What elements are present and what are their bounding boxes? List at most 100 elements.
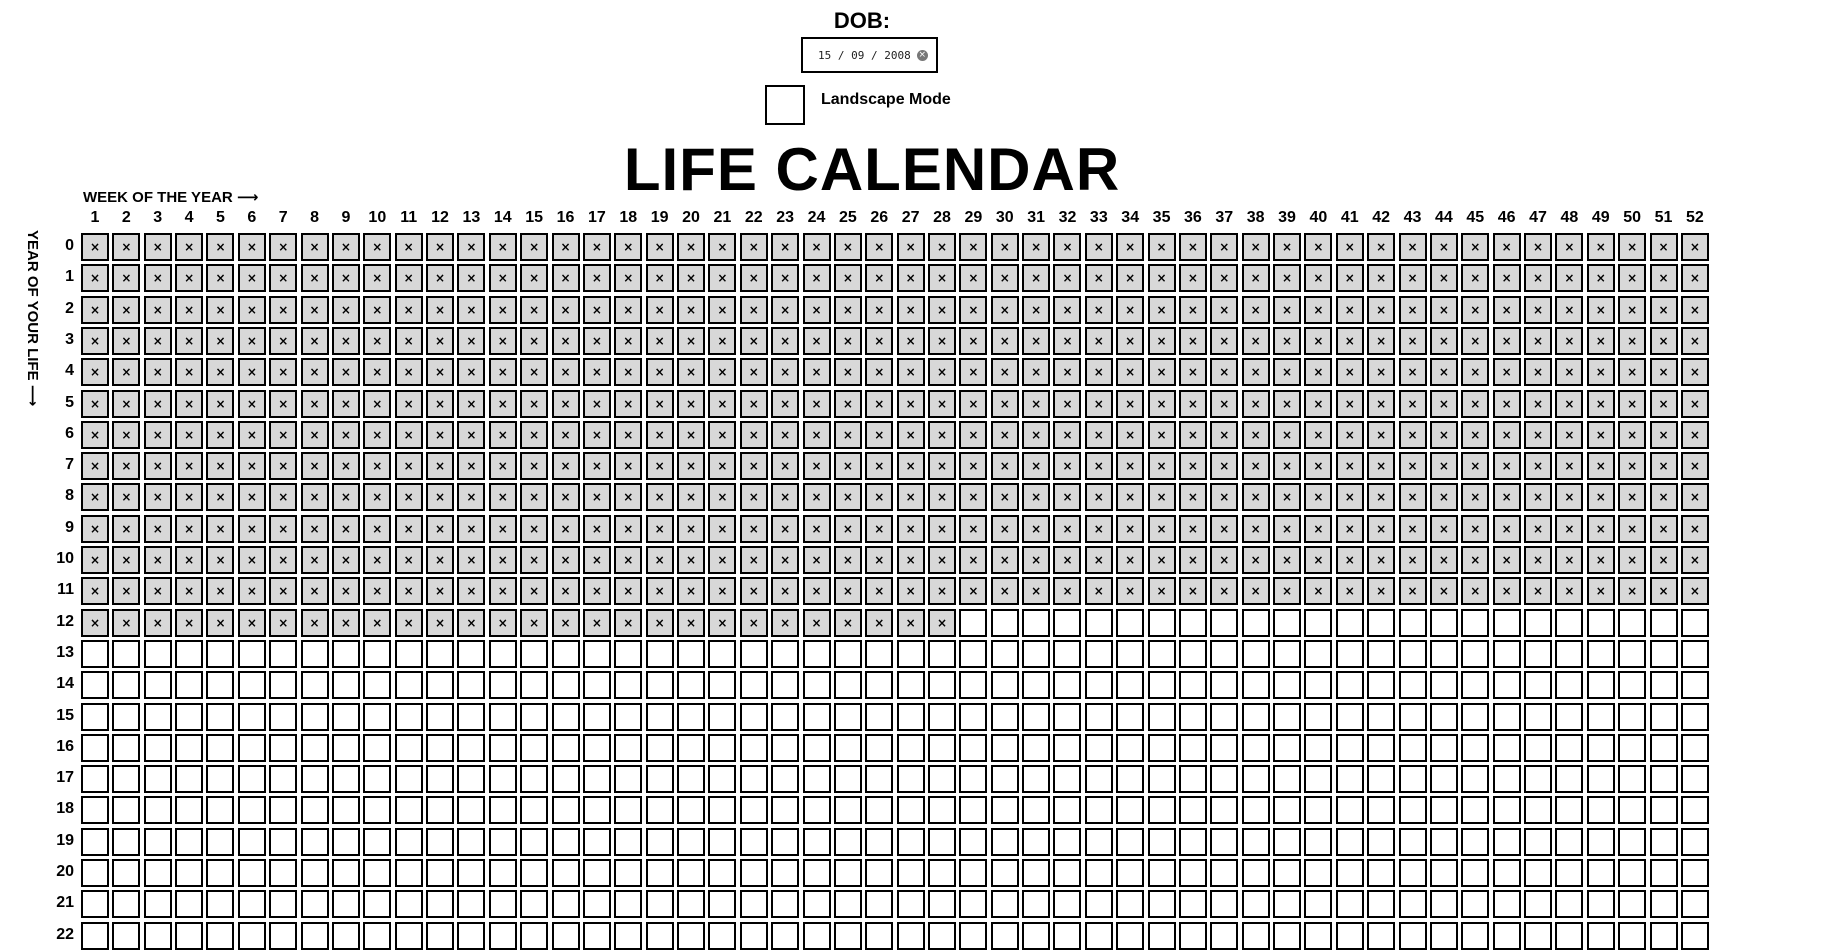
week-cell-empty <box>112 796 141 825</box>
week-cell-lived: × <box>959 389 988 418</box>
week-cell-empty <box>1084 733 1113 762</box>
week-cell-lived: × <box>175 264 204 293</box>
week-cell-empty <box>833 702 862 731</box>
week-cell-lived: × <box>269 358 298 387</box>
week-number: 52 <box>1685 209 1704 226</box>
week-cell-lived: × <box>1335 326 1364 355</box>
week-cell-empty <box>1210 890 1239 919</box>
week-cell-lived: × <box>1649 389 1678 418</box>
week-cell-lived: × <box>802 608 831 637</box>
week-cell-lived: × <box>708 420 737 449</box>
week-cell-empty <box>1429 702 1458 731</box>
week-cell-lived: × <box>896 420 925 449</box>
week-cell-empty <box>802 671 831 700</box>
week-cell-lived: × <box>1555 264 1584 293</box>
clear-circle-icon[interactable]: × <box>916 49 928 61</box>
week-cell-empty <box>1022 890 1051 919</box>
week-cell-empty <box>1084 765 1113 794</box>
week-cell-lived: × <box>1461 514 1490 543</box>
week-cell-empty <box>1398 733 1427 762</box>
week-cell-lived: × <box>143 608 172 637</box>
week-cell-empty <box>1618 890 1647 919</box>
week-cell-empty <box>677 733 706 762</box>
week-cell-lived: × <box>394 326 423 355</box>
week-cell-lived: × <box>237 608 266 637</box>
week-cell-empty <box>81 733 109 762</box>
week-cell-lived: × <box>1398 389 1427 418</box>
week-cell-lived: × <box>1649 483 1678 512</box>
week-cell-empty <box>426 796 455 825</box>
week-cell-empty <box>1022 733 1051 762</box>
week-cell-empty <box>1084 796 1113 825</box>
dob-date-value: 15 / 09 / 2008 <box>818 48 911 62</box>
dob-date-input[interactable]: 15 / 09 / 2008 × <box>801 37 938 73</box>
week-cell-empty <box>1492 921 1521 950</box>
week-cell-lived: × <box>645 546 674 574</box>
week-cell-empty <box>143 859 172 887</box>
week-cell-empty <box>1555 890 1584 919</box>
week-cell-empty <box>206 639 235 668</box>
year-number: 15 <box>56 706 74 724</box>
week-cell-empty <box>1053 796 1082 825</box>
week-cell-lived: × <box>739 295 768 324</box>
week-cell-empty <box>237 796 266 825</box>
week-cell-lived: × <box>990 577 1019 606</box>
week-cell-lived: × <box>896 233 925 261</box>
week-cell-lived: × <box>237 514 266 543</box>
week-cell-empty <box>708 827 737 856</box>
week-cell-empty <box>990 890 1019 919</box>
week-cell-empty <box>582 765 611 794</box>
week-cell-lived: × <box>1022 452 1051 481</box>
week-cell-lived: × <box>1304 264 1333 293</box>
week-cell-lived: × <box>1210 389 1239 418</box>
week-cell-lived: × <box>1084 546 1113 574</box>
week-cell-lived: × <box>81 483 109 512</box>
week-cell-lived: × <box>614 233 643 261</box>
week-cell-lived: × <box>551 389 580 418</box>
week-cell-lived: × <box>1210 358 1239 387</box>
week-cell-lived: × <box>488 577 517 606</box>
week-cell-empty <box>1116 827 1145 856</box>
week-cell-lived: × <box>1398 295 1427 324</box>
week-cell-lived: × <box>1084 420 1113 449</box>
landscape-mode-checkbox[interactable] <box>765 85 805 125</box>
week-cell-empty <box>1429 827 1458 856</box>
week-cell-empty <box>802 765 831 794</box>
week-cell-lived: × <box>1304 546 1333 574</box>
week-cell-empty <box>1555 859 1584 887</box>
week-cell-lived: × <box>771 452 800 481</box>
week-cell-empty <box>1053 921 1082 950</box>
week-number: 13 <box>462 209 481 226</box>
week-cell-empty <box>143 765 172 794</box>
week-cell-lived: × <box>582 546 611 574</box>
week-cell-empty <box>1367 671 1396 700</box>
week-cell-empty <box>1210 702 1239 731</box>
week-number: 17 <box>588 209 606 226</box>
week-cell-lived: × <box>112 608 141 637</box>
week-cell-empty <box>833 765 862 794</box>
week-cell-empty <box>269 827 298 856</box>
week-cell-lived: × <box>1461 389 1490 418</box>
week-cell-lived: × <box>771 295 800 324</box>
week-cell-lived: × <box>1461 452 1490 481</box>
week-cell-lived: × <box>1555 483 1584 512</box>
week-cell-lived: × <box>959 358 988 387</box>
week-cell-empty <box>959 608 988 637</box>
week-cell-lived: × <box>1680 326 1709 355</box>
week-cell-lived: × <box>1461 233 1490 261</box>
week-cell-lived: × <box>1053 546 1082 574</box>
week-cell-empty <box>1492 639 1521 668</box>
week-cell-lived: × <box>206 233 235 261</box>
landscape-mode-label: Landscape Mode <box>821 91 951 108</box>
week-cell-lived: × <box>237 483 266 512</box>
week-cell-empty <box>614 639 643 668</box>
week-cell-lived: × <box>112 295 141 324</box>
week-cell-empty <box>1649 702 1678 731</box>
week-cell-empty <box>708 639 737 668</box>
week-cell-lived: × <box>1367 514 1396 543</box>
week-cell-empty <box>331 921 360 950</box>
week-cell-empty <box>363 671 392 700</box>
week-cell-empty <box>1586 608 1615 637</box>
year-number: 11 <box>57 581 74 599</box>
week-cell-empty <box>269 733 298 762</box>
